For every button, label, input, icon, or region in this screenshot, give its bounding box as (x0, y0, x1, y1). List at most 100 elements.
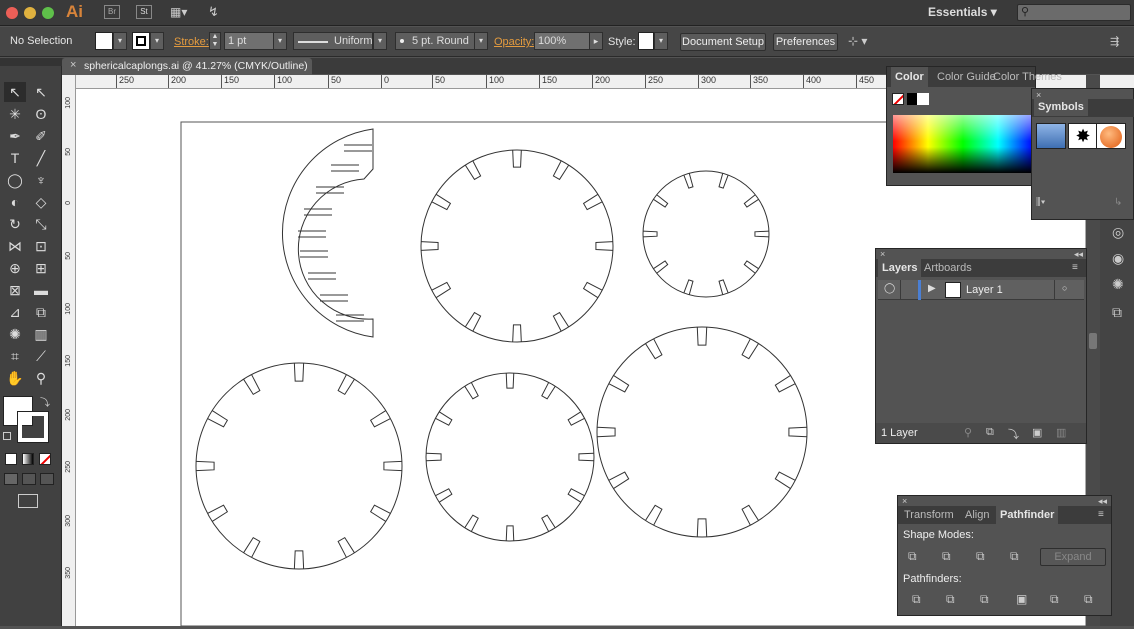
arrange-icon[interactable]: ⊹ ▾ (848, 34, 867, 48)
symbol-orange-button[interactable] (1096, 123, 1126, 149)
bridge-button[interactable]: Br (104, 5, 120, 19)
swap-colors-icon[interactable]: ⤵ (40, 394, 50, 409)
direct-selection-tool-icon[interactable]: ↖ (30, 82, 52, 102)
tab-color[interactable]: Color (891, 67, 928, 87)
document-tab[interactable]: × sphericalcaplongs.ai @ 41.27% (CMYK/Ou… (62, 58, 312, 75)
minus-back-icon[interactable]: ⧉ (1084, 592, 1093, 607)
stroke-weight-dropdown[interactable]: ▾ (273, 32, 287, 50)
workspace-switcher[interactable]: Essentials ▾ (928, 5, 997, 19)
pen-tool-icon[interactable]: ✒ (4, 126, 26, 146)
tab-pathfinder[interactable]: Pathfinder (996, 506, 1059, 524)
tab-color-guide[interactable]: Color Guide (937, 67, 996, 87)
line-tool-icon[interactable]: ╱ (30, 148, 52, 168)
outline-icon[interactable]: ⧉ (1050, 592, 1059, 607)
none-mode-button[interactable] (39, 453, 51, 465)
symbol-libraries-icon[interactable]: ⫼▾ (1036, 197, 1045, 208)
symbol-sprayer-tool-icon[interactable]: ✺ (4, 324, 26, 344)
target-icon[interactable]: ○ (1062, 283, 1067, 293)
document-setup-button[interactable]: Document Setup (680, 33, 766, 51)
free-transform-tool-icon[interactable]: ⊡ (30, 236, 52, 256)
exclude-icon[interactable]: ⧉ (1010, 549, 1019, 564)
divide-icon[interactable]: ⧉ (912, 592, 921, 607)
tab-align[interactable]: Align (965, 506, 989, 524)
intersect-icon[interactable]: ⧉ (976, 549, 985, 564)
tab-color-themes[interactable]: Color Themes (993, 67, 1062, 87)
panel-menu-icon[interactable]: ≡ (1098, 509, 1104, 520)
crop-icon[interactable]: ▣ (1016, 592, 1027, 606)
opacity-slider-button[interactable]: ▸ (589, 32, 603, 50)
paintbrush-tool-icon[interactable]: ♆ (30, 170, 52, 190)
color-spectrum[interactable] (893, 115, 1033, 173)
close-panel-icon[interactable]: × (880, 249, 885, 259)
gradient-mode-button[interactable] (22, 453, 34, 465)
stock-button[interactable]: St (136, 5, 152, 19)
close-panel-icon[interactable]: × (902, 496, 907, 506)
expand-layer-icon[interactable]: ▶ (928, 283, 936, 294)
width-tool-icon[interactable]: ⋈ (4, 236, 26, 256)
graphic-style-swatch[interactable] (638, 32, 654, 50)
color-mode-button[interactable] (5, 453, 17, 465)
stroke-label[interactable]: Stroke: (174, 36, 209, 48)
tab-artboards[interactable]: Artboards (924, 259, 972, 277)
eraser-tool-icon[interactable]: ◇ (30, 192, 52, 212)
fill-dropdown[interactable]: ▾ (113, 32, 127, 50)
make-clipping-mask-icon[interactable]: ⧉ (986, 426, 994, 439)
draw-normal-icon[interactable] (4, 473, 18, 485)
white-swatch[interactable] (917, 93, 929, 105)
draw-behind-icon[interactable] (22, 473, 36, 485)
brush-definition[interactable]: 5 pt. Round (395, 32, 475, 50)
profile-dropdown[interactable]: ▾ (373, 32, 387, 50)
minimize-window-button[interactable] (24, 7, 36, 19)
unite-icon[interactable]: ⧉ (908, 549, 917, 564)
control-menu-icon[interactable]: ⇶ (1110, 35, 1119, 48)
search-input[interactable]: ⚲ (1017, 4, 1131, 21)
appearance-icon[interactable]: ◎ (1112, 224, 1124, 241)
symbol-splatter[interactable]: ✸ (1068, 123, 1098, 149)
shaper-tool-icon[interactable]: ◐ (4, 192, 26, 212)
opacity-label[interactable]: Opacity: (494, 36, 534, 48)
tab-symbols[interactable]: Symbols (1034, 98, 1088, 116)
perspective-grid-tool-icon[interactable]: ⊞ (30, 258, 52, 278)
variable-width-profile[interactable]: Uniform (293, 32, 373, 50)
layer-row[interactable]: ◯ ▶ Layer 1 ○ (878, 280, 1084, 300)
panel-menu-icon[interactable]: ≡ (1072, 262, 1078, 273)
create-sublayer-icon[interactable]: ⤵ (1008, 426, 1019, 442)
tab-transform[interactable]: Transform (904, 506, 954, 524)
graphic-style-dropdown[interactable]: ▾ (654, 32, 668, 50)
visibility-eye-icon[interactable]: ◯ (884, 283, 895, 294)
shape-builder-tool-icon[interactable]: ⊕ (4, 258, 26, 278)
type-tool-icon[interactable]: T (4, 148, 26, 168)
trim-icon[interactable]: ⧉ (946, 592, 955, 607)
tab-layers[interactable]: Layers (878, 259, 922, 277)
expand-button[interactable]: Expand (1040, 548, 1106, 566)
scale-tool-icon[interactable]: ⤡ (30, 214, 52, 234)
place-symbol-icon[interactable]: ↳ (1114, 197, 1122, 208)
stroke-color-box[interactable] (17, 411, 49, 443)
ellipse-tool-icon[interactable]: ◯ (4, 170, 26, 190)
zoom-window-button[interactable] (42, 7, 54, 19)
zoom-tool-icon[interactable]: ⚲ (30, 368, 52, 388)
magic-wand-tool-icon[interactable]: ✳ (4, 104, 26, 124)
delete-layer-icon[interactable]: ▥ (1056, 426, 1066, 439)
brush-dropdown[interactable]: ▾ (474, 32, 488, 50)
eyedropper-tool-icon[interactable]: ⊿ (4, 302, 26, 322)
opacity-field[interactable]: 100% (534, 32, 590, 50)
draw-inside-icon[interactable] (40, 473, 54, 485)
blend-tool-icon[interactable]: ⧉ (30, 302, 52, 322)
lasso-tool-icon[interactable]: ʘ (30, 104, 52, 124)
graphic-styles-icon[interactable]: ◉ (1112, 250, 1124, 267)
rotate-tool-icon[interactable]: ↻ (4, 214, 26, 234)
close-window-button[interactable] (6, 7, 18, 19)
column-graph-tool-icon[interactable]: ▥ (30, 324, 52, 344)
gradient-tool-icon[interactable]: ▬ (30, 280, 52, 300)
brushes-icon[interactable]: ✺ (1112, 276, 1124, 293)
links-icon[interactable]: ⧉ (1112, 304, 1122, 321)
minus-front-icon[interactable]: ⧉ (942, 549, 951, 564)
arrange-documents-icon[interactable]: ▦▾ (170, 5, 192, 19)
stroke-dropdown[interactable]: ▾ (150, 32, 164, 50)
default-colors-icon[interactable] (3, 432, 11, 440)
new-layer-icon[interactable]: ▣ (1032, 426, 1042, 439)
artboard-tool-icon[interactable]: ⌗ (4, 346, 26, 366)
locate-object-icon[interactable]: ⚲ (964, 426, 972, 439)
curvature-tool-icon[interactable]: ✐ (30, 126, 52, 146)
